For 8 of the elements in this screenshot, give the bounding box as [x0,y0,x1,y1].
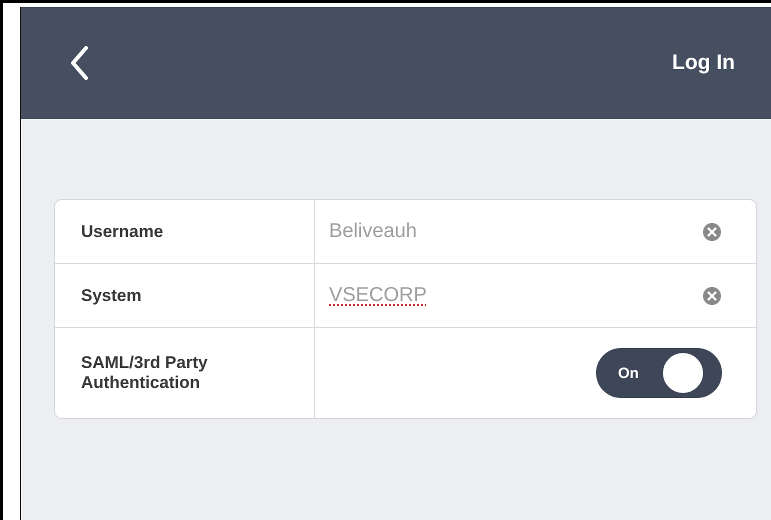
field-label: Username [55,200,315,263]
clear-icon[interactable] [702,286,722,306]
clear-icon[interactable] [702,222,722,242]
login-button[interactable]: Log In [672,51,735,75]
field-label: SAML/3rd Party Authentication [55,328,315,418]
back-icon[interactable] [69,45,89,81]
toggle-switch[interactable]: On [596,348,722,398]
field-label: System [55,264,315,327]
